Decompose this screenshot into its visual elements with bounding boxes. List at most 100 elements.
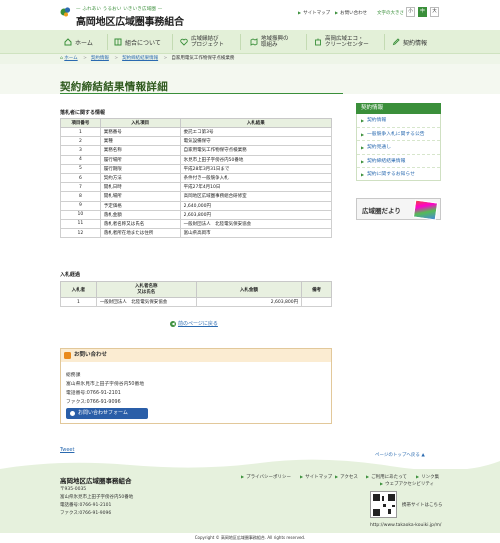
table-cell: 委託エコ第3号 xyxy=(179,126,333,138)
table-cell: 4 xyxy=(60,154,101,165)
sidebar-item[interactable]: ▶ 契約締結結果情報 xyxy=(357,153,440,167)
table-row: 2 業種 電気設備保守 xyxy=(60,136,333,147)
table-row: 5 履行期限 平成28年3月31日まで xyxy=(60,163,333,174)
winner-table: 項目番号 入札項目 入札結果 1 業務番号 委託エコ第3号 2 業種 電気設備保守 3 業務名… xyxy=(60,118,333,239)
table-cell: 9 xyxy=(60,200,101,211)
contact-link[interactable]: ▶ お問い合わせ xyxy=(335,10,367,16)
back-link[interactable]: ◀ 前のページに戻る xyxy=(170,320,218,327)
mobile-site-label: 携帯サイトはこちら xyxy=(402,503,443,508)
table-row: 6 契約方法 条件付き一般競争入札 xyxy=(60,172,333,184)
footer-link-privacy[interactable]: ▶ プライバシーポリシー xyxy=(241,474,291,480)
table-cell: 落札者名称又は氏名 xyxy=(99,218,181,230)
footer-link-sitemap[interactable]: ▶ サイトマップ xyxy=(300,474,332,480)
logo-icon xyxy=(60,7,71,17)
arrow-left-icon: ◀ xyxy=(170,321,176,327)
table-row: 3 業務名称 自家用電気工作物保守点検業務 xyxy=(60,145,333,156)
table-row: 1 業務番号 委託エコ第3号 xyxy=(60,126,333,138)
nav-regional[interactable]: 地域振興の 取組み xyxy=(250,30,289,54)
inquiry-form-button[interactable]: お問い合わせフォーム xyxy=(66,408,148,419)
table-cell: 業務番号 xyxy=(99,126,181,138)
footer-link-access[interactable]: ▶ アクセス xyxy=(335,474,358,480)
tweet-link[interactable]: Tweet xyxy=(60,447,74,453)
column-header: 入札者名称 又は氏名 xyxy=(95,281,197,298)
map-icon xyxy=(250,38,258,46)
table-cell: 2 xyxy=(60,136,101,147)
nav-divider xyxy=(306,34,307,50)
footer-link-accessibility[interactable]: ▶ ウェブアクセシビリティ xyxy=(380,481,434,487)
table-cell: 氷見市上田子字傍谷内50番地 xyxy=(179,154,333,165)
triangle-icon: ▶ xyxy=(361,132,365,138)
chevron-right-icon: > xyxy=(163,56,168,61)
building-icon xyxy=(315,38,321,46)
nav-divider xyxy=(172,34,173,50)
table-cell: 2,603,800円 xyxy=(179,209,333,220)
sidebar-item[interactable]: ▶ 一般競争入札に関する公告 xyxy=(357,127,440,140)
sidebar-heading[interactable]: 契約情報 xyxy=(356,103,441,114)
sitemap-link[interactable]: ▶ サイトマップ xyxy=(298,10,330,16)
nav-contracts[interactable]: 契約情報 xyxy=(392,30,427,54)
inquiry-tel: 電話番号:0766-91-2101 xyxy=(66,391,121,396)
table-cell: 業務名称 xyxy=(99,145,181,156)
table-cell: 落札金額 xyxy=(99,209,181,220)
table-cell: 2,603,800円 xyxy=(195,296,303,308)
mobile-site-url[interactable]: http://www.takaoka-kouiki.jp/m/ xyxy=(370,523,441,528)
table-cell: 業種 xyxy=(99,136,181,147)
footer-tel: 電話番号:0766-91-2101 xyxy=(60,503,112,508)
table-cell: 契約方法 xyxy=(99,172,181,184)
sidebar-item[interactable]: ▶ 契約見通し xyxy=(357,140,440,153)
font-size-medium-button[interactable]: 中 xyxy=(418,7,427,17)
breadcrumb-home[interactable]: ホーム xyxy=(64,56,77,61)
inquiry-dept: 総務課 xyxy=(66,373,81,378)
sidebar-item[interactable]: ▶ 契約情報 xyxy=(357,114,440,127)
breadcrumb-current: 自家用電気工作物保守点検業務 xyxy=(171,56,235,61)
table-cell: 11 xyxy=(60,218,101,230)
table-cell: 2,640,000円 xyxy=(179,200,333,211)
nav-divider xyxy=(107,34,108,50)
table-cell: 8 xyxy=(60,191,101,202)
column-header: 項目番号 xyxy=(60,118,101,128)
banner-title: 広域圏だより xyxy=(362,207,401,215)
magazine-cover-image xyxy=(412,199,439,221)
table-cell: 平成28年3月31日まで xyxy=(179,163,333,174)
nav-eco-center[interactable]: 高岡広域エコ・ クリーンセンター xyxy=(314,30,369,54)
site-tagline: — ふれあい うるおい いきいき広域圏 — xyxy=(76,7,163,12)
column-header: 入札者 xyxy=(60,281,97,298)
arrow-icon xyxy=(70,411,75,416)
newsletter-banner[interactable]: 広域圏だより xyxy=(356,198,441,221)
nav-home[interactable]: ホーム xyxy=(64,30,93,54)
title-underline xyxy=(60,93,343,94)
home-icon xyxy=(64,38,72,46)
site-header: — ふれあい うるおい いきいき広域圏 — 高岡地区広域圏事務組合 ▶ サイトマッ… xyxy=(0,0,500,30)
column-header: 入札結果 xyxy=(179,118,333,128)
inquiry-heading: お問い合わせ xyxy=(61,349,331,362)
bid-table: 入札者 入札者名称 又は氏名 入札金額 備考 1 一般財団法人 北陸電気保安協会 2… xyxy=(60,281,332,308)
table-cell: 平成27年4月10日 xyxy=(179,182,333,193)
nav-divider xyxy=(240,34,241,50)
font-size-label: 文字の大きさ xyxy=(377,11,404,16)
triangle-icon: ▶ xyxy=(300,474,304,479)
font-size-large-button[interactable]: 大 xyxy=(430,7,439,17)
breadcrumb-contracts[interactable]: 契約情報 xyxy=(91,56,109,61)
nav-about[interactable]: 組合について xyxy=(114,30,161,54)
table-cell: 開札場所 xyxy=(99,191,181,202)
table-cell: 3 xyxy=(60,145,101,156)
sidebar-item[interactable]: ▶ 契約に関するお知らせ xyxy=(357,166,440,180)
footer-link-links[interactable]: ▶ リンク集 xyxy=(416,474,439,480)
triangle-icon: ▶ xyxy=(380,481,384,486)
table-cell: 富山県高岡市 xyxy=(179,228,333,239)
table-cell: 一般財団法人 北陸電気保安協会 xyxy=(179,218,333,230)
book-icon xyxy=(114,38,122,46)
triangle-icon: ▶ xyxy=(298,10,302,15)
triangle-icon: ▶ xyxy=(361,118,365,123)
site-title[interactable]: 高岡地区広域圏事務組合 xyxy=(76,13,184,28)
font-size-small-button[interactable]: 小 xyxy=(406,7,415,17)
nav-divider xyxy=(384,34,385,50)
table-cell: 一般財団法人 北陸電気保安協会 xyxy=(95,296,197,308)
breadcrumb-results[interactable]: 契約締結結果情報 xyxy=(122,56,158,61)
nav-matchmaking[interactable]: 広域縁結び プロジェクト xyxy=(180,30,224,54)
table-row: 7 開札日時 平成27年4月10日 xyxy=(60,182,333,193)
heart-icon xyxy=(180,38,188,46)
footer-link-terms[interactable]: ▶ ご利用にあたって xyxy=(366,474,407,480)
sidebar-menu: ▶ 契約情報 ▶ 一般競争入札に関する公告 ▶ 契約見通し ▶ 契約締結結果情報 ▶ 契約に関する… xyxy=(356,114,441,181)
table-cell: 電気設備保守 xyxy=(179,136,333,147)
